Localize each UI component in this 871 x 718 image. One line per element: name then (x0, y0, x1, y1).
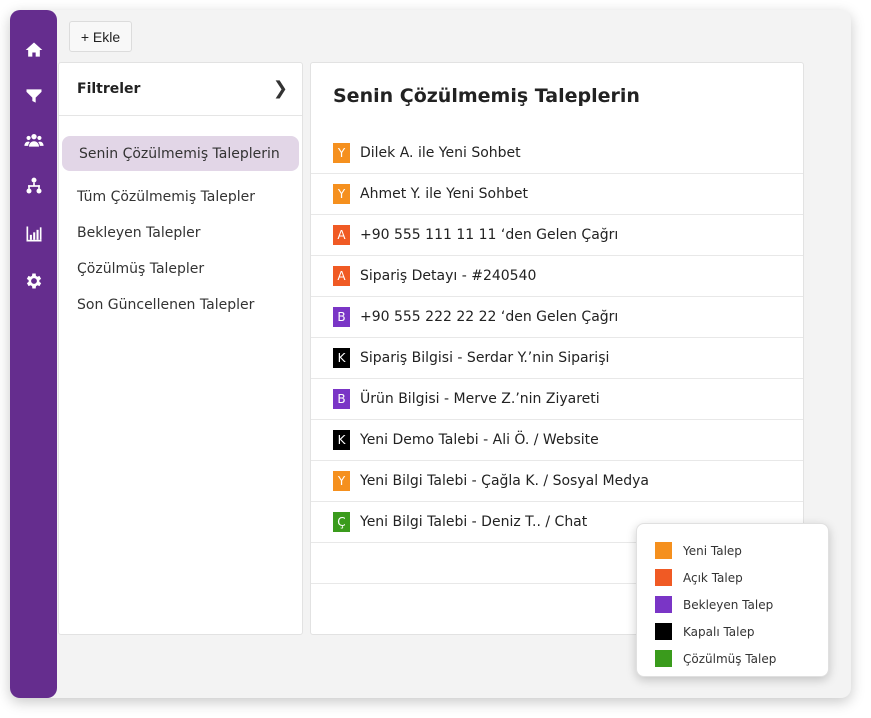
ticket-title: Yeni Demo Talebi - Ali Ö. / Website (360, 432, 599, 448)
legend-item: Yeni Talep (655, 537, 828, 564)
legend-swatch (655, 569, 672, 586)
filter-item-pending[interactable]: Bekleyen Talepler (59, 215, 302, 251)
legend-swatch (655, 542, 672, 559)
filter-item-recently-updated[interactable]: Son Güncellenen Talepler (59, 287, 302, 323)
status-badge: Ç (333, 512, 350, 532)
ticket-title: Ahmet Y. ile Yeni Sohbet (360, 186, 528, 202)
status-badge: K (333, 348, 350, 368)
filter-item-unresolved-mine[interactable]: Senin Çözülmemiş Taleplerin (62, 136, 299, 171)
gear-icon[interactable] (22, 269, 46, 293)
filter-icon[interactable] (22, 84, 46, 108)
home-icon[interactable] (22, 38, 46, 62)
filter-item-resolved[interactable]: Çözülmüş Talepler (59, 251, 302, 287)
status-badge: B (333, 389, 350, 409)
ticket-list: Y Dilek A. ile Yeni Sohbet Y Ahmet Y. il… (311, 133, 803, 584)
status-badge: A (333, 266, 350, 286)
users-icon[interactable] (22, 128, 46, 152)
legend-swatch (655, 596, 672, 613)
ticket-title: +90 555 111 11 11 ‘den Gelen Çağrı (360, 227, 619, 243)
bar-chart-icon[interactable] (22, 222, 46, 246)
legend-item: Kapalı Talep (655, 618, 828, 645)
status-badge: Y (333, 143, 350, 163)
ticket-row[interactable]: Y Ahmet Y. ile Yeni Sohbet (311, 174, 803, 215)
ticket-title: Sipariş Bilgisi - Serdar Y.’nin Siparişi (360, 350, 610, 366)
status-badge: A (333, 225, 350, 245)
filters-title: Filtreler (77, 81, 141, 97)
legend-item: Çözülmüş Talep (655, 645, 828, 672)
legend-label: Bekleyen Talep (683, 597, 774, 612)
ticket-title: +90 555 222 22 22 ‘den Gelen Çağrı (360, 309, 619, 325)
legend-label: Kapalı Talep (683, 624, 755, 639)
legend-label: Çözülmüş Talep (683, 651, 777, 666)
legend-label: Açık Talep (683, 570, 743, 585)
ticket-row[interactable]: Y Dilek A. ile Yeni Sohbet (311, 133, 803, 174)
filter-item-all-unresolved[interactable]: Tüm Çözülmemiş Talepler (59, 179, 302, 215)
status-badge: Y (333, 471, 350, 491)
ticket-row[interactable]: B +90 555 222 22 22 ‘den Gelen Çağrı (311, 297, 803, 338)
sidebar (10, 10, 57, 698)
ticket-row[interactable]: K Sipariş Bilgisi - Serdar Y.’nin Sipari… (311, 338, 803, 379)
ticket-row[interactable]: K Yeni Demo Talebi - Ali Ö. / Website (311, 420, 803, 461)
chevron-right-icon[interactable]: ❯ (273, 80, 288, 98)
hierarchy-icon[interactable] (22, 174, 46, 198)
status-badge: K (333, 430, 350, 450)
add-button[interactable]: + Ekle (69, 21, 132, 52)
legend-swatch (655, 650, 672, 667)
filters-header: Filtreler ❯ (59, 63, 302, 116)
status-badge: B (333, 307, 350, 327)
ticket-row[interactable]: A Sipariş Detayı - #240540 (311, 256, 803, 297)
status-legend: Yeni Talep Açık Talep Bekleyen Talep Kap… (636, 523, 829, 677)
ticket-title: Yeni Bilgi Talebi - Deniz T.. / Chat (360, 514, 588, 530)
ticket-title: Sipariş Detayı - #240540 (360, 268, 537, 284)
ticket-title: Dilek A. ile Yeni Sohbet (360, 145, 521, 161)
page-title: Senin Çözülmemiş Taleplerin (333, 85, 640, 107)
legend-item: Açık Talep (655, 564, 828, 591)
filters-panel: Filtreler ❯ Senin Çözülmemiş Taleplerin … (58, 62, 303, 635)
ticket-title: Ürün Bilgisi - Merve Z.’nin Ziyareti (360, 391, 600, 407)
status-badge: Y (333, 184, 350, 204)
legend-swatch (655, 623, 672, 640)
ticket-title: Yeni Bilgi Talebi - Çağla K. / Sosyal Me… (360, 473, 649, 489)
ticket-row[interactable]: B Ürün Bilgisi - Merve Z.’nin Ziyareti (311, 379, 803, 420)
legend-label: Yeni Talep (683, 543, 742, 558)
ticket-row[interactable]: A +90 555 111 11 11 ‘den Gelen Çağrı (311, 215, 803, 256)
legend-item: Bekleyen Talep (655, 591, 828, 618)
ticket-row[interactable]: Y Yeni Bilgi Talebi - Çağla K. / Sosyal … (311, 461, 803, 502)
filter-list: Senin Çözülmemiş Taleplerin Tüm Çözülmem… (59, 116, 302, 323)
